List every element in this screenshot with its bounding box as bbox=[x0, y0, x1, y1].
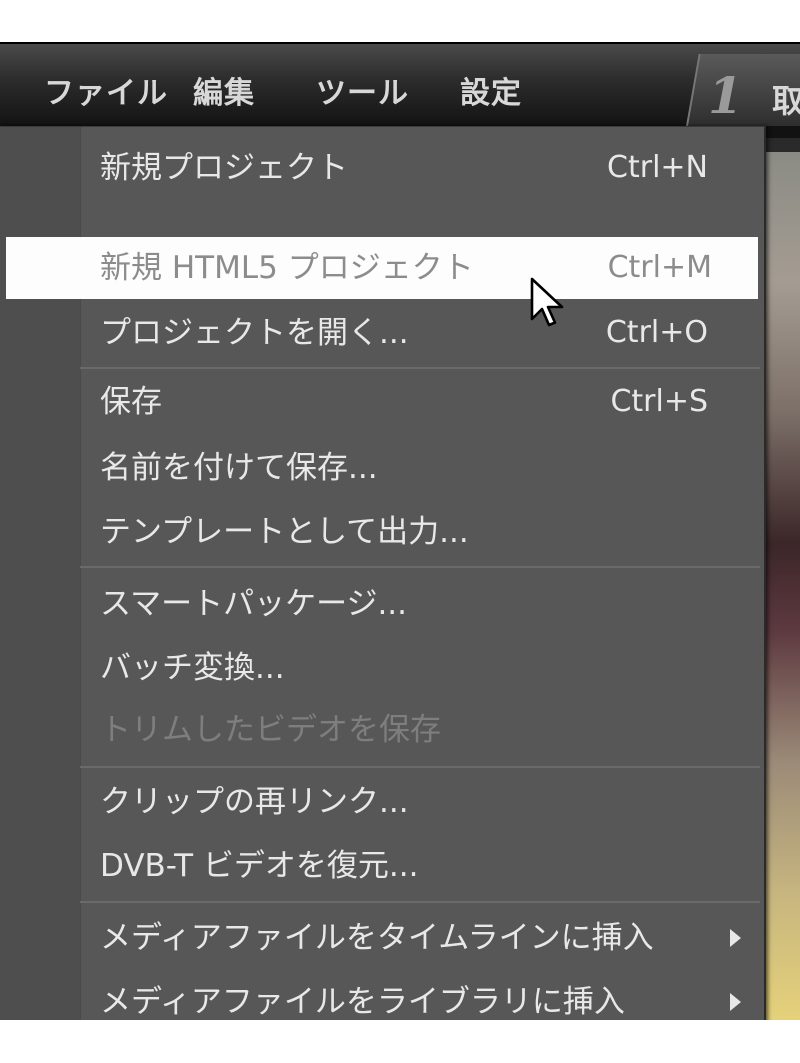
menu-separator bbox=[80, 901, 760, 903]
menu-item-label: 名前を付けて保存... bbox=[100, 450, 378, 486]
menu-item-shortcut: Ctrl+O bbox=[605, 315, 708, 350]
menu-item-open-project[interactable]: プロジェクトを開く... Ctrl+O bbox=[0, 302, 760, 364]
menu-item-smart-package[interactable]: スマートパッケージ... bbox=[0, 573, 760, 635]
menu-item-save-trimmed-video: トリムしたビデオを保存 bbox=[0, 699, 760, 761]
menu-item-label: クリップの再リンク... bbox=[100, 784, 409, 820]
menu-item-label: メディアファイルをタイムラインに挿入 bbox=[100, 920, 654, 956]
menu-item-shortcut: Ctrl+N bbox=[607, 150, 708, 185]
menu-item-shortcut: Ctrl+M bbox=[607, 250, 712, 285]
menu-item-label: 新規プロジェクト bbox=[100, 150, 348, 186]
file-menu-dropdown: 新規プロジェクト Ctrl+N 新規 HTML5 プロジェクト Ctrl+M プ… bbox=[0, 126, 766, 1020]
triangle-right-icon bbox=[730, 929, 741, 947]
menu-file[interactable]: ファイル bbox=[44, 74, 168, 114]
menu-item-save[interactable]: 保存 Ctrl+S bbox=[0, 371, 760, 433]
menu-bar: ファイル 編集 ツール 設定 1 取 bbox=[0, 42, 800, 126]
menu-item-label: メディアファイルをライブラリに挿入 bbox=[100, 984, 625, 1020]
menu-item-label: 保存 bbox=[100, 384, 162, 420]
menu-item-label: バッチ変換... bbox=[100, 650, 285, 686]
mouse-pointer-icon bbox=[530, 277, 564, 327]
step-number: 1 bbox=[708, 66, 743, 125]
menu-settings[interactable]: 設定 bbox=[460, 74, 522, 114]
menu-separator bbox=[80, 766, 760, 768]
step-tab-label: 取 bbox=[772, 82, 800, 120]
menu-item-export-template[interactable]: テンプレートとして出力... bbox=[0, 501, 760, 563]
menu-item-label: 新規 HTML5 プロジェクト bbox=[100, 250, 474, 286]
menu-item-relink-clips[interactable]: クリップの再リンク... bbox=[0, 771, 760, 833]
triangle-right-icon bbox=[730, 993, 741, 1011]
menu-item-label: テンプレートとして出力... bbox=[100, 514, 469, 550]
menu-item-label: トリムしたビデオを保存 bbox=[100, 712, 441, 748]
menu-item-save-as[interactable]: 名前を付けて保存... bbox=[0, 437, 760, 499]
menu-separator bbox=[80, 367, 760, 369]
menu-item-new-project[interactable]: 新規プロジェクト Ctrl+N bbox=[0, 137, 760, 199]
menu-item-restore-dvbt-video[interactable]: DVB-T ビデオを復元... bbox=[0, 835, 760, 897]
menu-item-label: スマートパッケージ... bbox=[100, 586, 408, 622]
menu-item-label: プロジェクトを開く... bbox=[100, 315, 409, 351]
menu-item-insert-media-timeline[interactable]: メディアファイルをタイムラインに挿入 bbox=[0, 907, 760, 969]
menu-tools[interactable]: ツール bbox=[316, 74, 409, 114]
menu-item-new-html5-project[interactable]: 新規 HTML5 プロジェクト Ctrl+M bbox=[6, 237, 758, 299]
menu-separator bbox=[80, 566, 760, 568]
menu-item-label: DVB-T ビデオを復元... bbox=[100, 848, 419, 884]
menu-item-insert-media-library[interactable]: メディアファイルをライブラリに挿入 bbox=[0, 971, 760, 1020]
menu-item-shortcut: Ctrl+S bbox=[610, 384, 708, 419]
application-window: ファイル 編集 ツール 設定 1 取 新規プロジェクト Ctrl+N 新規 HT… bbox=[0, 42, 800, 1020]
menu-edit[interactable]: 編集 bbox=[193, 74, 255, 114]
menu-item-batch-convert[interactable]: バッチ変換... bbox=[0, 637, 760, 699]
